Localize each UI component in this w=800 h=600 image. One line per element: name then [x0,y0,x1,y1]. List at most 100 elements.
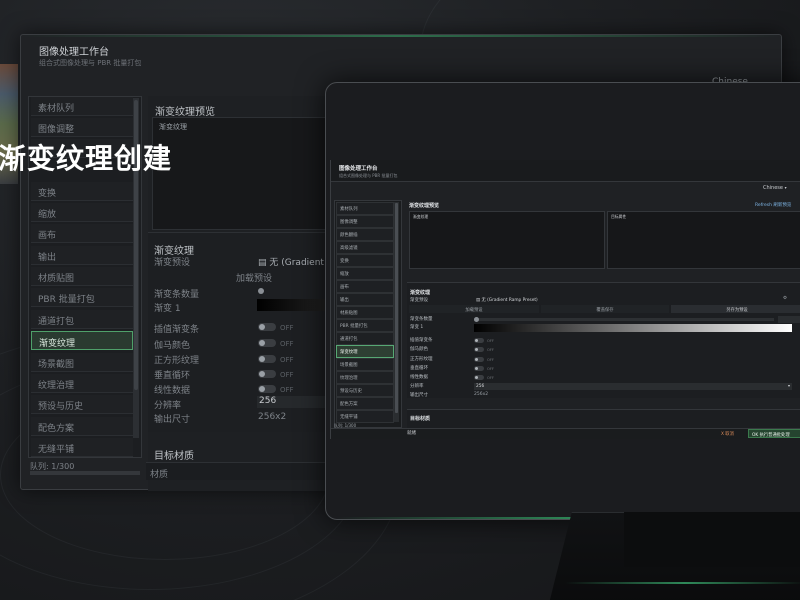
back-output-size-label: 输出尺寸 [154,415,191,425]
target-material-section [407,409,800,429]
refresh-preview-button[interactable]: Refresh 刷新预览 [755,202,791,208]
square-label: 正方形纹理 [410,357,433,362]
language-value: Chinese [763,185,783,191]
back-output-size-value: 256x2 [258,412,287,422]
sidebar-item-pbr-pack[interactable]: PBR 批量打包 [336,319,394,332]
square-toggle[interactable] [474,357,484,362]
back-load-preset-button[interactable]: 加载预设 [236,271,272,284]
sidebar-item-presets-history[interactable]: 预设与历史 [336,384,394,397]
back-app-title: 图像处理工作台 [39,47,109,58]
sidebar-item-scale[interactable]: 缩放 [336,267,394,280]
back-off-text: OFF [280,340,294,348]
chevron-down-icon: ▾ [787,383,790,388]
back-slider-handle[interactable] [258,288,264,294]
app-window: 图像处理工作台 组合式图像处理与 PBR 批量打包 Chinese ▾ 素材队列… [330,160,800,439]
resolution-select[interactable]: 256 ▾ [474,383,792,390]
sidebar-item-asset-queue[interactable]: 素材队列 [336,202,394,215]
gamma-toggle[interactable] [474,347,484,352]
run-batch-button[interactable]: OK 执行普通批处理 [748,429,800,438]
preview-right-box: 目标属性 [607,211,800,269]
stop-count-input[interactable]: 1 [778,316,800,323]
preset-value: 无 (Gradient Ramp Preset) [481,298,538,303]
gradient-section-title: 渐变纹理 [410,290,431,296]
back-sidebar-item[interactable]: 通道打包 [31,310,133,329]
target-material-title: 目标材质 [410,416,431,422]
sidebar-item-output[interactable]: 输出 [336,293,394,306]
sidebar: 素材队列 图像调整 颜色翻插 高级滤镜 变换 缩放 画布 输出 材质贴图 PBR… [334,200,402,428]
square-off: OFF [487,357,494,362]
overwrite-save-button[interactable]: 覆盖保存 [541,305,669,313]
back-preset-text: 无 (Gradient R [269,258,334,268]
back-sidebar-item[interactable]: 素材队列 [31,97,133,116]
status-ready: 就绪 [407,431,416,436]
resolution-label: 分辨率 [410,384,424,389]
back-square-toggle[interactable] [258,355,276,363]
gradient-ramp[interactable] [474,324,792,332]
stop-1-label: 渐变 1 [410,325,424,330]
back-sidebar-item[interactable]: 预设与历史 [31,395,133,414]
interp-off: OFF [487,338,494,343]
back-horizontal-scrollbar[interactable] [30,471,140,475]
preview-right-label: 目标属性 [611,214,627,219]
interp-label: 插值渐变条 [410,338,433,343]
language-select[interactable]: Chinese ▾ [763,185,787,191]
back-sidebar-item[interactable]: 场景截图 [31,353,133,372]
sidebar-item-color-scheme[interactable]: 配色方案 [336,397,394,410]
app-title: 图像处理工作台 [339,166,378,172]
back-linear-toggle[interactable] [258,385,276,393]
settings-icon[interactable]: ⚙ [783,296,787,301]
sidebar-item-image-adjust[interactable]: 图像调整 [336,215,394,228]
preview-left-box: 渐变纹理 [409,211,605,269]
gamma-off: OFF [487,347,494,352]
back-sidebar-item[interactable]: 输出 [31,246,133,265]
interp-toggle[interactable] [474,338,484,343]
slider-handle[interactable] [474,317,479,322]
sidebar-item-material-map[interactable]: 材质贴图 [336,306,394,319]
sidebar-item-filters[interactable]: 高级滤镜 [336,241,394,254]
sidebar-item-seamless-tile[interactable]: 无缝平铺 [336,410,394,423]
back-gradient-ramp[interactable] [257,299,327,311]
back-resolution-input[interactable]: 256 [257,396,327,408]
back-sidebar-item[interactable]: 材质贴图 [31,267,133,286]
load-preset-button[interactable]: 加载预设 [409,305,539,313]
linear-toggle[interactable] [474,375,484,380]
language-bar [331,183,800,194]
back-stop-1-label: 渐变 1 [154,304,181,314]
back-sidebar-item[interactable]: 缩放 [31,203,133,222]
back-sidebar-item[interactable]: PBR 批量打包 [31,288,133,307]
back-material-label: 材质 [150,470,169,480]
back-sidebar-item-gradient[interactable]: 渐变纹理 [31,331,133,350]
preset-select[interactable]: ▤ 无 (Gradient Ramp Preset) [474,296,792,303]
sidebar-scrollbar[interactable] [394,202,399,422]
sidebar-item-canvas[interactable]: 画布 [336,280,394,293]
back-target-title: 目标材质 [154,451,194,462]
stop-count-label: 渐变条数量 [410,317,433,322]
back-sidebar-item[interactable]: 配色方案 [31,417,133,436]
back-gamma-toggle[interactable] [258,339,276,347]
save-as-preset-button[interactable]: 另存为预设 [671,305,800,313]
sidebar-item-gradient[interactable]: 渐变纹理 [336,345,394,358]
sidebar-item-channel-pack[interactable]: 通道打包 [336,332,394,345]
back-interp-toggle[interactable] [258,323,276,331]
back-resolution-label: 分辨率 [154,401,182,411]
sidebar-item-scene-capture[interactable]: 场景截图 [336,358,394,371]
sidebar-item-transform[interactable]: 变换 [336,254,394,267]
vloop-toggle[interactable] [474,366,484,371]
linear-off: OFF [487,375,494,380]
vloop-off: OFF [487,366,494,371]
back-app-subtitle: 组合式图像处理与 PBR 批量打包 [39,59,142,67]
back-sidebar-item[interactable]: 无缝平铺 [31,438,133,457]
back-preset-value[interactable]: ▤ 无 (Gradient R [258,255,333,268]
back-sidebar-item[interactable]: 画布 [31,224,133,243]
back-preview-box: 渐变纹理 [152,117,328,230]
stop-count-slider[interactable] [474,317,774,322]
output-size-label: 输出尺寸 [410,393,428,398]
back-sidebar-item[interactable]: 图像调整 [31,118,133,137]
back-vloop-toggle[interactable] [258,370,276,378]
preview-title: 渐变纹理预览 [409,203,440,209]
back-sidebar-item[interactable]: 变换 [31,182,133,201]
back-sidebar-item[interactable]: 纹理治理 [31,374,133,393]
cancel-button[interactable]: X 取消 [718,429,746,438]
sidebar-item-color[interactable]: 颜色翻插 [336,228,394,241]
sidebar-item-texture-govern[interactable]: 纹理治理 [336,371,394,384]
